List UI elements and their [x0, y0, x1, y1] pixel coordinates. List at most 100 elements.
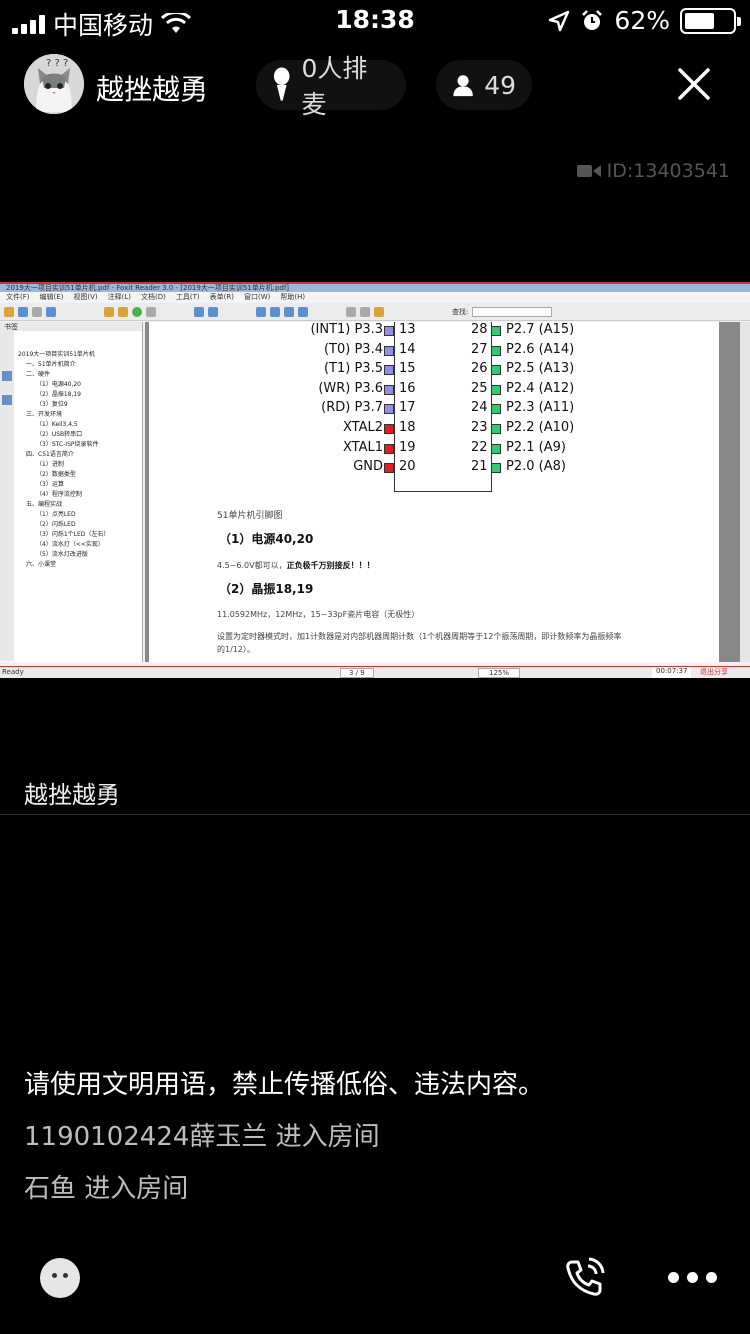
more-dot-icon [687, 1272, 698, 1283]
room-name: 越挫越勇 [96, 73, 209, 106]
member-count-button[interactable]: 49 [436, 60, 532, 110]
menu-item[interactable]: 视图(V) [73, 292, 97, 303]
pin-left-number: 18 [399, 420, 416, 435]
print-icon[interactable] [32, 306, 42, 317]
zoom-select[interactable]: 125% [478, 668, 521, 678]
menu-item[interactable]: 帮助(H) [280, 292, 305, 303]
mic-queue-button[interactable]: 0人排麦 [256, 54, 406, 119]
bookmark-item[interactable]: （3）STC-ISP烧录软件 [18, 440, 140, 450]
window-status-bar: Ready 3 / 9 125% 00:07:37 退出分享 [0, 666, 750, 678]
bookmark-item[interactable]: （1）进制 [18, 460, 140, 470]
menu-item[interactable]: 窗口(W) [244, 292, 270, 303]
email-icon[interactable] [46, 306, 56, 317]
pin-left-marker [384, 365, 394, 376]
battery-percent: 62% [614, 6, 670, 35]
recording-time: 00:07:37 [652, 667, 692, 678]
chat-message: 石鱼 进入房间 [24, 1174, 189, 1204]
more-dot-icon [668, 1272, 679, 1283]
battery-icon [680, 7, 741, 34]
bookmark-item[interactable]: （2）USB转串口 [18, 430, 140, 440]
pdf-page: 51单片机引脚图 （1）电源40,20 4.5~6.0V都可以，正负极千万别接反… [149, 322, 719, 662]
bookmark-item[interactable]: （1）点亮LED [18, 510, 140, 520]
panel-side-tabs [0, 331, 14, 661]
bookmark-item[interactable]: （3）运算 [18, 480, 140, 490]
bookmark-item[interactable]: （1）电源40,20 [18, 380, 140, 390]
pin-left-marker [384, 443, 394, 454]
pin-left-label: (T1) P3.5 [323, 361, 383, 377]
divider [0, 814, 750, 815]
host-avatar[interactable]: ? ? ? [24, 54, 84, 114]
zoom-out-icon[interactable] [284, 306, 294, 317]
bookmark-tab[interactable]: 书签 [0, 322, 142, 331]
menu-item[interactable]: 注释(L) [108, 292, 131, 303]
menu-item[interactable]: 编辑(E) [40, 292, 64, 303]
pin-left-label: (INT1) P3.3 [310, 322, 383, 337]
pin-left-label: XTAL2 [342, 420, 383, 435]
pin-left-marker [384, 424, 394, 434]
menu-item[interactable]: 表单(R) [210, 292, 234, 303]
bookmark-item[interactable]: （1）Keil3,4,5 [18, 420, 140, 430]
timer-paragraph-line1: 设置为定时器模式时，加1计数器是对内部机器周期计数（1个机器周期等于12个振荡周… [217, 632, 622, 641]
bookmark-item[interactable]: （2）晶振18,19 [18, 390, 140, 400]
bookmark-tree: 2019大一项目实训51单片机 一、51单片机简介 二、硬件 （1）电源40,20 （2… [18, 350, 140, 570]
call-icon[interactable] [562, 1256, 606, 1300]
layers-icon[interactable] [2, 395, 12, 405]
chat-input-button[interactable] [40, 1258, 80, 1298]
chat-bubble-icon [52, 1273, 57, 1278]
page-indicator[interactable]: 3 / 9 [340, 668, 374, 678]
bookmark-panel: 书签 2019大一项目实训51单片机 一、51单片机简介 二、硬件 （1）电源40,2… [0, 322, 143, 662]
bookmark-item[interactable]: （5）流水灯改进版 [18, 550, 140, 560]
go-forward-icon[interactable] [146, 306, 156, 317]
more-options-button[interactable] [668, 1272, 717, 1283]
search-input[interactable] [472, 306, 553, 317]
pin-left-number: 14 [399, 341, 416, 357]
bookmark-item[interactable]: 六、小课堂 [18, 560, 140, 570]
status-ready: Ready [2, 668, 24, 676]
next-page-icon[interactable] [118, 306, 128, 317]
vertical-scrollbar[interactable] [740, 322, 750, 662]
pin-row: (INT1) P3.3 13 28 P2.7 (A15) [149, 322, 719, 342]
bookmark-item[interactable]: （4）程序流控制 [18, 490, 140, 500]
bookmark-item[interactable]: 2019大一项目实训51单片机 [18, 350, 140, 360]
power-paragraph: 4.5~6.0V都可以，正负极千万别接反！！！ [217, 560, 375, 571]
pin-row: (T0) P3.4 14 27 P2.6 (A14) [149, 342, 719, 362]
power-warning: 正负极千万别接反！！！ [286, 561, 375, 570]
bookmark-item[interactable]: 一、51单片机简介 [18, 360, 140, 370]
select-text-icon[interactable] [360, 306, 370, 317]
exit-share-button[interactable]: 退出分享 [700, 667, 728, 677]
bookmark-item[interactable]: （2）闪烁LED [18, 520, 140, 530]
hand-tool-icon[interactable] [346, 306, 356, 317]
bookmark-item[interactable]: （2）数据类型 [18, 470, 140, 480]
save-icon[interactable] [18, 306, 28, 317]
menu-item[interactable]: 文档(D) [141, 292, 166, 303]
pages-icon[interactable] [2, 371, 12, 381]
fit-width-icon[interactable] [270, 306, 280, 317]
bookmark-item[interactable]: （3）复位9 [18, 400, 140, 410]
pin-right-number: 22 [471, 439, 488, 455]
pin-left-number: 15 [399, 361, 416, 377]
bookmark-item[interactable]: （3）闪烁1个LED（左右） [18, 530, 140, 540]
go-back-icon[interactable] [132, 306, 142, 317]
bookmark-item[interactable]: 五、编程实战 [18, 500, 140, 510]
window-menu-bar: 文件(F) 编辑(E) 视图(V) 注释(L) 文档(D) 工具(T) 表单(R) 窗口(W)… [0, 292, 750, 303]
menu-item[interactable]: 文件(F) [6, 292, 30, 303]
menu-item[interactable]: 工具(T) [176, 292, 200, 303]
bookmark-item[interactable]: 三、开发环境 [18, 410, 140, 420]
open-file-icon[interactable] [4, 306, 14, 317]
rotate-icon[interactable] [194, 306, 204, 317]
crystal-paragraph: 11.0592MHz，12MHz，15~33pF瓷片电容（无极性） [217, 610, 420, 619]
close-icon[interactable] [672, 62, 716, 106]
cat-avatar-icon: ? ? ? [24, 54, 84, 114]
bookmark-item[interactable]: （4）流水灯（<<实现） [18, 540, 140, 550]
pin-right-number: 23 [471, 420, 488, 435]
pin-left-label: GND [353, 459, 383, 475]
pin-left-marker [384, 384, 394, 395]
fit-page-icon[interactable] [208, 306, 218, 317]
zoom-icon[interactable] [256, 306, 266, 317]
bookmark-item[interactable]: 二、硬件 [18, 370, 140, 380]
annotate-icon[interactable] [374, 306, 384, 317]
prev-page-icon[interactable] [104, 306, 114, 317]
zoom-in-icon[interactable] [298, 306, 308, 317]
room-id: ID:13403541 [606, 160, 730, 182]
bookmark-item[interactable]: 四、C51语言简介 [18, 450, 140, 460]
